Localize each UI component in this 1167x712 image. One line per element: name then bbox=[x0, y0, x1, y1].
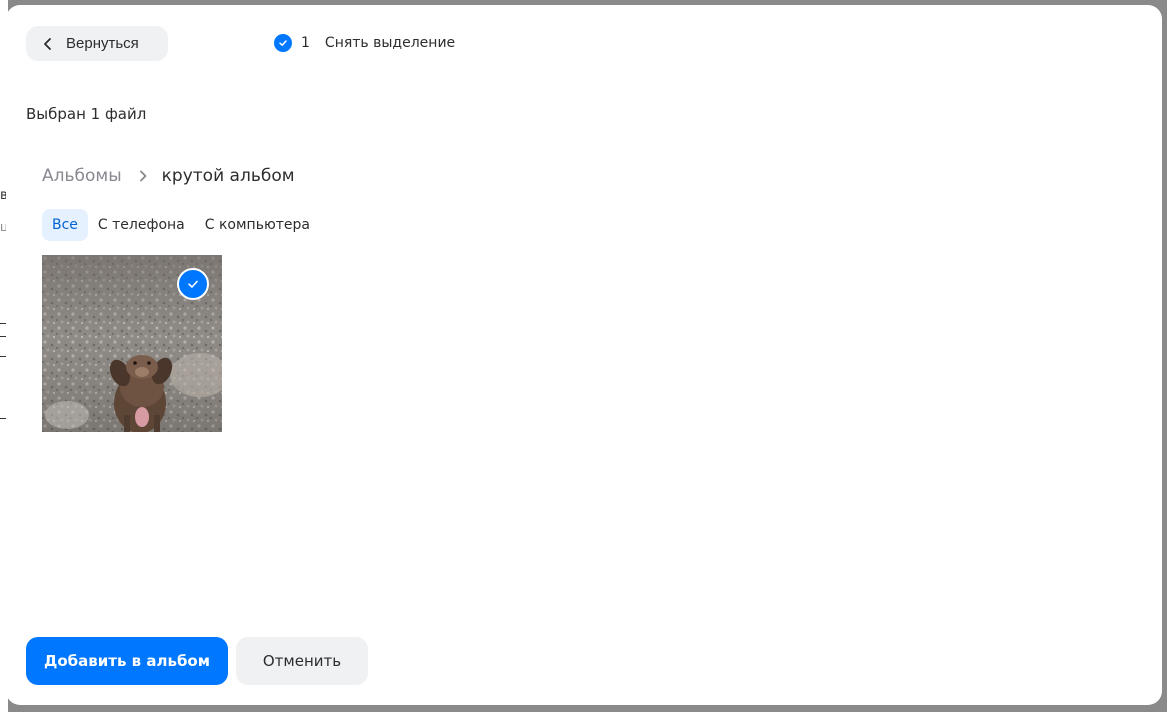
selection-title: Выбран 1 файл bbox=[26, 105, 147, 123]
photo-selected-check-icon[interactable] bbox=[177, 268, 209, 300]
chevron-right-icon bbox=[139, 170, 147, 182]
tab-from-phone[interactable]: С телефона bbox=[88, 209, 195, 241]
photo-thumbnail[interactable] bbox=[42, 255, 222, 432]
back-button-label: Вернуться bbox=[66, 35, 139, 52]
deselect-button[interactable]: Снять выделение bbox=[325, 35, 455, 51]
back-button[interactable]: Вернуться bbox=[26, 26, 168, 61]
add-to-album-button[interactable]: Добавить в альбом bbox=[26, 637, 228, 685]
tab-all[interactable]: Все bbox=[42, 209, 88, 241]
cancel-button[interactable]: Отменить bbox=[236, 637, 368, 685]
chevron-left-icon bbox=[44, 37, 51, 50]
selection-info: 1 Снять выделение bbox=[274, 34, 455, 52]
breadcrumb: Альбомы крутой альбом bbox=[42, 164, 295, 188]
add-to-album-dialog: Вернуться 1 Снять выделение Выбран 1 фай… bbox=[6, 5, 1162, 705]
tab-from-computer[interactable]: С компьютера bbox=[195, 209, 320, 241]
filter-tabs: Все С телефона С компьютера bbox=[42, 209, 320, 241]
breadcrumb-current-album: крутой альбом bbox=[161, 166, 295, 186]
check-icon bbox=[274, 34, 292, 52]
selected-count: 1 bbox=[301, 35, 310, 51]
breadcrumb-albums-link[interactable]: Альбомы bbox=[42, 166, 122, 186]
